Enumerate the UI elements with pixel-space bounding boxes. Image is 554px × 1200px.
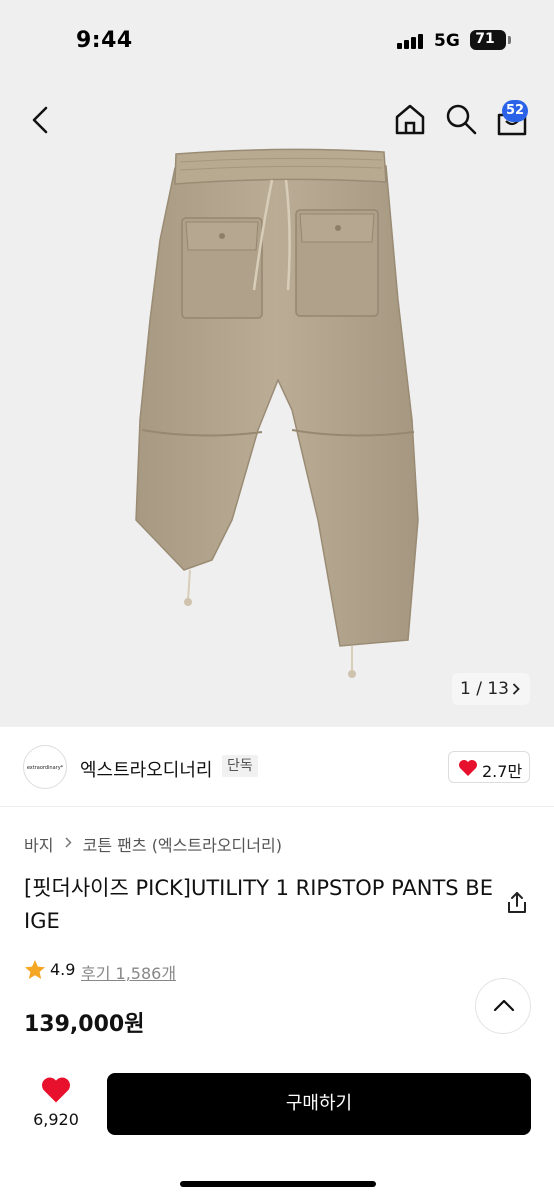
back-icon[interactable] [28, 104, 52, 136]
scroll-to-top-button[interactable] [475, 978, 531, 1034]
gallery-pager[interactable]: 1 / 13 [452, 673, 530, 705]
brand-name[interactable]: 엑스트라오디너리 [80, 756, 212, 782]
heart-icon[interactable] [40, 1076, 72, 1104]
star-icon [25, 960, 45, 979]
cart-count-badge: 52 [502, 100, 528, 122]
signal-icon [397, 33, 423, 49]
brand-like-count: 2.7만 [482, 762, 523, 781]
review-link[interactable]: 후기 1,586개 [81, 960, 176, 984]
heart-icon [459, 760, 477, 776]
battery-level: 71 [475, 31, 495, 47]
breadcrumb-item-category[interactable]: 바지 [24, 832, 53, 856]
product-image [135, 148, 419, 678]
chevron-right-icon [512, 683, 520, 695]
share-icon[interactable] [506, 891, 528, 915]
home-icon[interactable] [393, 102, 427, 136]
breadcrumb-item-subcategory[interactable]: 코튼 팬츠 (엑스트라오디너리) [83, 832, 282, 856]
brand-like-button[interactable]: 2.7만 [448, 751, 530, 783]
battery-icon: 71 [470, 30, 506, 50]
buy-button[interactable]: 구매하기 [107, 1073, 531, 1135]
search-icon[interactable] [444, 102, 478, 136]
home-indicator [180, 1181, 376, 1187]
product-title: [핏더사이즈 PICK]UTILITY 1 RIPSTOP PANTS BEIG… [24, 876, 493, 933]
wish-count: 6,920 [33, 1110, 79, 1129]
battery-tip [508, 36, 511, 44]
exclusive-badge: 단독 [222, 755, 258, 777]
rating-value: 4.9 [50, 960, 76, 979]
status-bar: 9:44 5G 71 [0, 0, 554, 84]
pager-text: 1 / 13 [460, 679, 509, 699]
network-label: 5G [434, 31, 460, 51]
brand-logo[interactable]: extraordinary* [23, 745, 67, 789]
chevron-right-icon [65, 836, 72, 852]
status-time: 9:44 [76, 28, 133, 53]
chevron-up-icon [493, 999, 515, 1012]
breadcrumb: 바지 코튼 팬츠 (엑스트라오디너리) [24, 832, 282, 856]
brand-row: extraordinary* 엑스트라오디너리 단독 2.7만 [0, 727, 554, 807]
product-price: 139,000원 [24, 1012, 145, 1037]
